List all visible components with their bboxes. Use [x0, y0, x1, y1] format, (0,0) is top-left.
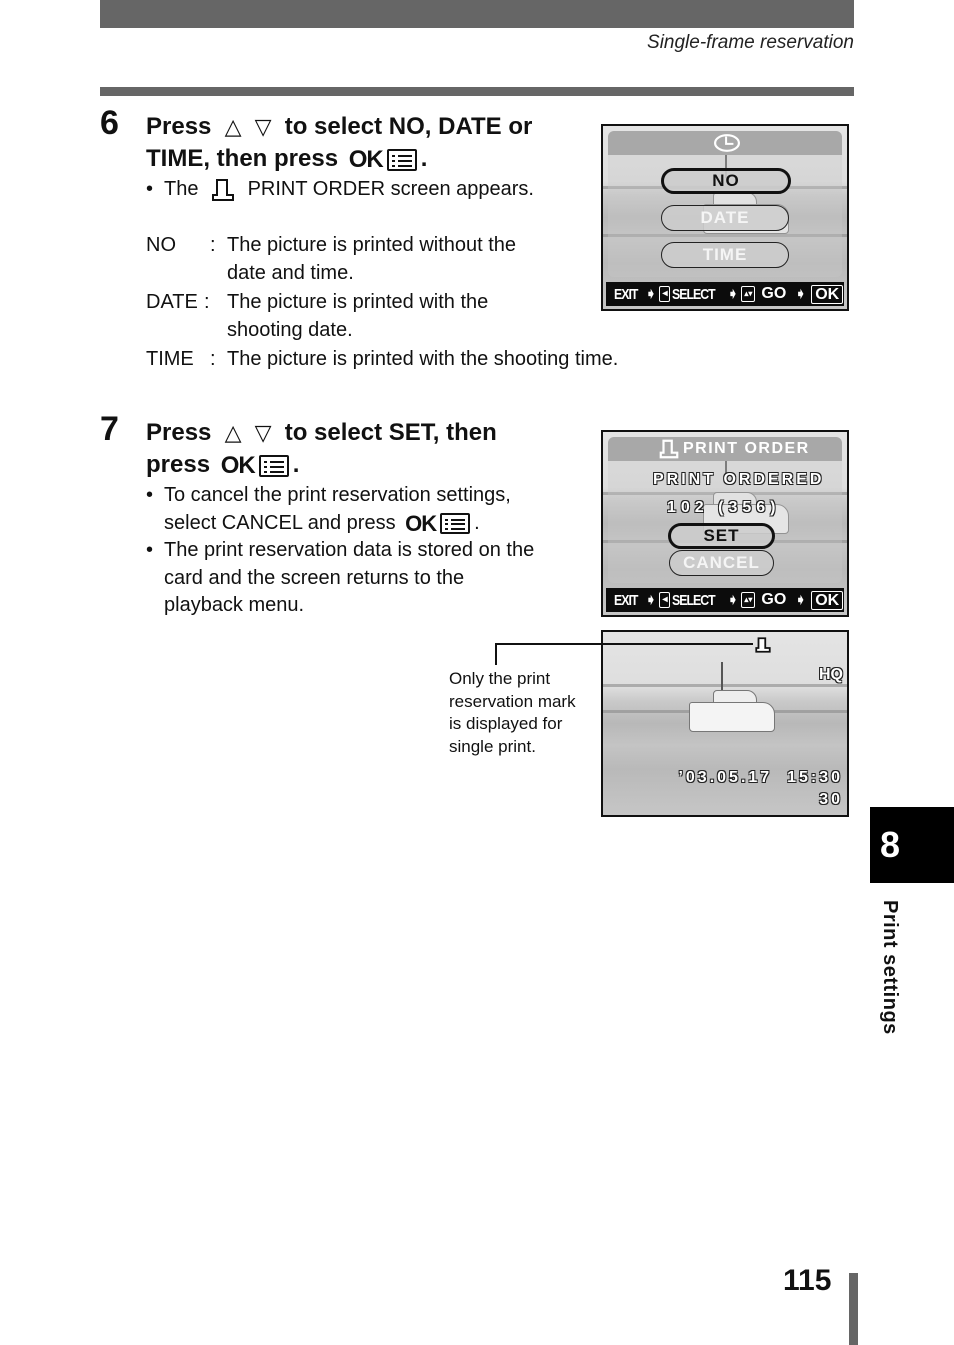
def-term: NO [146, 234, 176, 256]
chapter-tab: 8 [870, 807, 954, 883]
lcd-footer: EXIT ➧ ◂ SELECT ➧ ▴▾ GO ➧ OK [606, 588, 844, 612]
print-order-icon [212, 178, 235, 201]
lcd-title-bar [608, 131, 842, 155]
ok-button-symbol: OK [405, 510, 471, 538]
select-label: SELECT [672, 285, 716, 303]
bullet-line: The print reservation data is stored on … [164, 539, 535, 561]
bullet-period: . [474, 511, 480, 534]
menu-icon [258, 454, 289, 477]
exit-label: EXIT [614, 591, 638, 609]
up-arrow-icon: △ [224, 114, 242, 139]
lcd-footer: EXIT ➧ ◂ SELECT ➧ ▴▾ GO ➧ OK [606, 282, 844, 306]
callout-text: Only the print reservation mark is displ… [449, 669, 576, 756]
go-label: GO [761, 285, 787, 302]
bullet-line: playback menu. [164, 594, 305, 616]
heading-rest: to select SET, then [284, 419, 497, 446]
arrow-icon: ➧ [727, 286, 739, 301]
def-colon: : [204, 291, 210, 313]
down-arrow-icon: ▽ [254, 420, 272, 445]
step-7-bullet-cancel: • To cancel the print reservation settin… [146, 482, 594, 538]
date-time-readout: ’03.05.17 15:30 [678, 769, 843, 786]
go-label: GO [761, 591, 787, 608]
heading-period: . [292, 451, 300, 478]
ok-label: OK [220, 451, 256, 479]
select-label: SELECT [672, 591, 716, 609]
arrow-icon: ➧ [645, 592, 657, 607]
menu-icon [386, 148, 417, 171]
def-term: DATE [146, 291, 198, 313]
left-key-icon: ◂ [659, 286, 671, 302]
step-7-bullet-stored: • The print reservation data is stored o… [146, 537, 594, 620]
option-cancel[interactable]: CANCEL [669, 550, 774, 576]
ok-button-symbol: OK [221, 450, 289, 482]
ok-label: OK [348, 145, 384, 173]
exit-label: EXIT [614, 285, 638, 303]
quality-indicator: HQ [819, 666, 843, 683]
step-6-number: 6 [100, 104, 119, 142]
heading-rest: to select NO, DATE or [284, 113, 533, 140]
print-reservation-icon [755, 637, 771, 653]
step-6-bullet: • The PRINT ORDER screen appears. [146, 176, 534, 204]
print-order-icon [659, 439, 679, 459]
def-colon: : [210, 348, 216, 370]
step-7-number: 7 [100, 410, 119, 448]
option-time[interactable]: TIME [661, 242, 789, 268]
bullet-dot: • [146, 484, 154, 506]
down-arrow-icon: ▽ [254, 114, 272, 139]
step-7-heading: Press △ ▽ to select SET, then press OK . [146, 417, 596, 482]
print-count: 102 (356) [667, 499, 781, 516]
clock-icon [713, 134, 741, 152]
def-colon: : [210, 234, 216, 256]
option-date[interactable]: DATE [661, 205, 789, 231]
left-key-icon: ◂ [659, 592, 671, 608]
heading-period: . [420, 145, 428, 172]
chapter-label: Print settings [879, 900, 901, 1035]
bullet-line: select CANCEL and press [164, 511, 396, 534]
arrow-icon: ➧ [795, 286, 807, 301]
ok-key: OK [811, 590, 844, 610]
def-desc: The picture is printed with the shooting… [227, 348, 619, 370]
arrow-icon: ➧ [727, 592, 739, 607]
bullet-dot: • [146, 178, 154, 200]
callout-leader-line [495, 643, 753, 645]
step-6-heading: Press △ ▽ to select NO, DATE or TIME, the… [146, 111, 596, 176]
lcd-screen-print-order: PRINT ORDER PRINT ORDERED 102 (356) SET … [601, 430, 849, 617]
lcd-screen-playback: HQ ’03.05.17 15:30 30 [601, 630, 849, 817]
ok-key: OK [811, 284, 844, 304]
menu-icon [440, 512, 471, 534]
option-no[interactable]: NO [661, 168, 791, 194]
up-down-key-icon: ▴▾ [741, 286, 756, 302]
bullet-text-the: The [164, 178, 199, 200]
up-arrow-icon: △ [224, 420, 242, 445]
header-bar [100, 0, 854, 28]
arrow-icon: ➧ [795, 592, 807, 607]
heading-press: Press [146, 113, 212, 140]
option-set[interactable]: SET [668, 523, 775, 549]
lcd-title: PRINT ORDER [683, 440, 810, 457]
callout-leader-line [495, 643, 497, 665]
lcd-screen-date-time: NO DATE TIME EXIT ➧ ◂ SELECT ➧ ▴▾ GO ➧ O… [601, 124, 849, 311]
frame-number: 30 [819, 791, 843, 808]
page-number: 115 [783, 1264, 832, 1297]
section-rule [100, 87, 854, 96]
lcd-title-bar: PRINT ORDER [608, 437, 842, 461]
def-term: TIME [146, 348, 194, 370]
heading-line2: TIME, then press [146, 145, 339, 172]
ok-label: OK [405, 510, 437, 536]
bullet-dot: • [146, 539, 154, 561]
bullet-text: PRINT ORDER screen appears. [247, 178, 534, 200]
heading-line2: press [146, 451, 211, 478]
definition-time: TIME : The picture is printed with the s… [146, 345, 706, 375]
print-ordered-status: PRINT ORDERED [653, 471, 825, 488]
bullet-line: card and the screen returns to the [164, 566, 465, 589]
arrow-icon: ➧ [645, 286, 657, 301]
up-down-key-icon: ▴▾ [741, 592, 756, 608]
ok-button-symbol: OK [349, 144, 417, 176]
page-bar [849, 1273, 858, 1345]
section-title: Single-frame reservation [647, 32, 854, 53]
heading-press: Press [146, 419, 212, 446]
bullet-line: To cancel the print reservation settings… [164, 484, 511, 506]
